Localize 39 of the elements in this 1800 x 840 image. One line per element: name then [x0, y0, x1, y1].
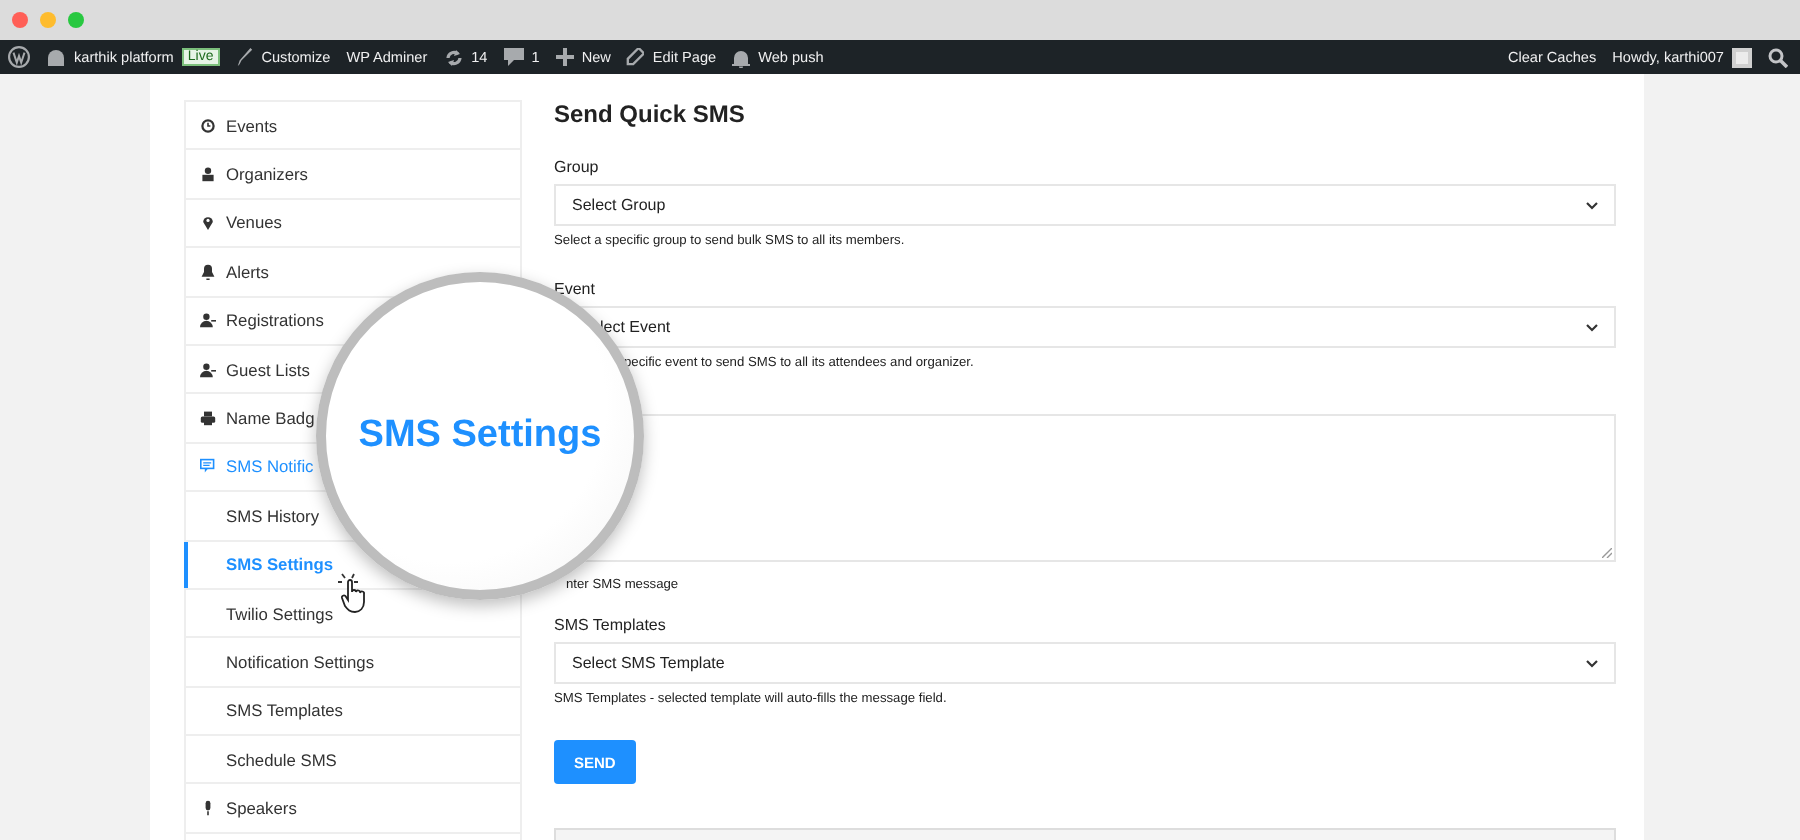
wordpress-logo-icon[interactable]: [8, 46, 30, 68]
menu-item[interactable]: Notification Settings: [186, 638, 520, 688]
brush-icon: [235, 48, 254, 66]
menu-item[interactable]: SMS Templates: [186, 687, 520, 737]
avatar-icon[interactable]: [1732, 47, 1752, 67]
people-icon: [200, 312, 216, 329]
printer-icon: [200, 410, 216, 427]
field-label: SMS Templates: [554, 616, 666, 636]
menu-item[interactable]: Venues: [186, 199, 520, 249]
menu-item[interactable]: Schedule SMS: [186, 736, 520, 785]
person-icon: [200, 166, 216, 183]
field-label: Group: [554, 158, 599, 178]
magnified-text: SMS Settings: [358, 414, 602, 458]
chevron-down-icon: [1586, 201, 1598, 209]
menu-item[interactable]: Events: [186, 102, 520, 151]
map-pin-icon: [200, 214, 216, 231]
chat-icon: [200, 458, 216, 475]
menu-item[interactable]: Speakers: [186, 784, 520, 834]
plus-icon: [555, 48, 574, 66]
bell-icon: [732, 47, 751, 67]
clock-icon: [200, 117, 216, 134]
refresh-icon: [443, 47, 464, 67]
chevron-down-icon: [1586, 323, 1598, 331]
hand-cursor-icon: [336, 572, 370, 614]
microphone-icon: [200, 800, 216, 817]
menu-item[interactable]: Organizers: [186, 150, 520, 200]
close-window-dot[interactable]: [12, 12, 28, 28]
pencil-icon: [626, 48, 645, 66]
select-field[interactable]: Select SMS Template: [554, 642, 1616, 684]
chevron-down-icon: [1586, 659, 1598, 667]
bell-icon: [200, 263, 216, 280]
resize-handle-icon: [1602, 548, 1612, 558]
form-title: Send Quick SMS: [554, 100, 745, 128]
search-icon[interactable]: [1768, 47, 1788, 67]
minimize-window-dot[interactable]: [40, 12, 56, 28]
select-field[interactable]: Select Group: [554, 184, 1616, 226]
people-icon: [200, 361, 216, 378]
comment-icon: [503, 48, 524, 66]
maximize-window-dot[interactable]: [68, 12, 84, 28]
